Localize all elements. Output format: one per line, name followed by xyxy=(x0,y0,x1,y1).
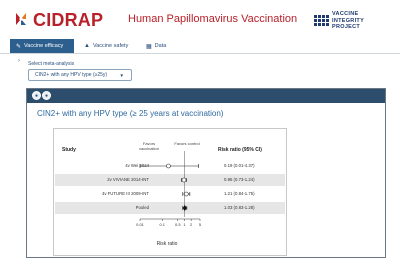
syringe-icon: ✎ xyxy=(16,43,22,50)
select-label: Select meta-analysis xyxy=(28,61,75,67)
panel-header: ● ● xyxy=(27,89,385,103)
chevron-down-icon: ▼ xyxy=(119,73,124,78)
tab-label: Vaccine efficacy xyxy=(24,43,64,49)
x-axis-label: Risk ratio xyxy=(156,241,178,247)
tab-label: Vaccine safety xyxy=(92,43,129,49)
x-tick-label: 1 xyxy=(183,222,186,227)
select-value: CIN2+ with any HPV type (≥25y) xyxy=(35,72,108,78)
tab-bar: ✎ Vaccine efficacy ▲ Vaccine safety ▦ Da… xyxy=(0,39,400,54)
expand-icon[interactable]: ● xyxy=(42,91,51,100)
tab-vaccine-safety[interactable]: ▲ Vaccine safety xyxy=(78,39,140,53)
pooled-estimate-diamond xyxy=(182,205,187,211)
tab-data[interactable]: ▦ Data xyxy=(140,39,170,53)
panel-title: CIN2+ with any HPV type (≥ 25 years at v… xyxy=(37,109,224,118)
page-title: Human Papillomavirus Vaccination xyxy=(128,13,298,25)
cidrap-logo-mark-icon xyxy=(12,11,30,29)
x-tick-label: 0.01 xyxy=(136,222,144,227)
meta-analysis-select[interactable]: CIN2+ with any HPV type (≥25y) ▼ xyxy=(28,69,132,81)
vaccine-integrity-project-logo: VACCINE INTEGRITY PROJECT xyxy=(314,11,364,31)
point-estimate xyxy=(166,163,171,169)
results-panel: ● ● CIN2+ with any HPV type (≥ 25 years … xyxy=(26,88,386,258)
x-tick-label: 0.5 xyxy=(174,222,181,227)
point-estimate xyxy=(184,191,189,197)
logo-text: CIDRAP xyxy=(33,9,104,30)
x-tick-label: 0.1 xyxy=(159,222,165,227)
x-tick-label: 2 xyxy=(190,222,193,227)
collapse-sidebar-icon[interactable]: › xyxy=(18,58,20,64)
tab-label: Data xyxy=(154,43,167,49)
point-estimate xyxy=(181,177,187,183)
forest-plot-graphic xyxy=(139,151,201,221)
download-icon[interactable]: ● xyxy=(32,91,41,100)
table-icon: ▦ xyxy=(146,43,152,50)
tab-vaccine-efficacy[interactable]: ✎ Vaccine efficacy xyxy=(10,39,74,53)
x-tick-label: 5 xyxy=(198,222,202,227)
app-header: CIDRAP Human Papillomavirus Vaccination … xyxy=(0,0,400,38)
cidrap-logo[interactable]: CIDRAP xyxy=(12,10,103,30)
grid-logo-icon xyxy=(314,15,329,27)
vip-logo-text: VACCINE INTEGRITY PROJECT xyxy=(332,11,365,30)
forest-plot: Study Risk ratio (95% CI) Favors vaccina… xyxy=(53,128,287,256)
warning-icon: ▲ xyxy=(84,43,90,49)
